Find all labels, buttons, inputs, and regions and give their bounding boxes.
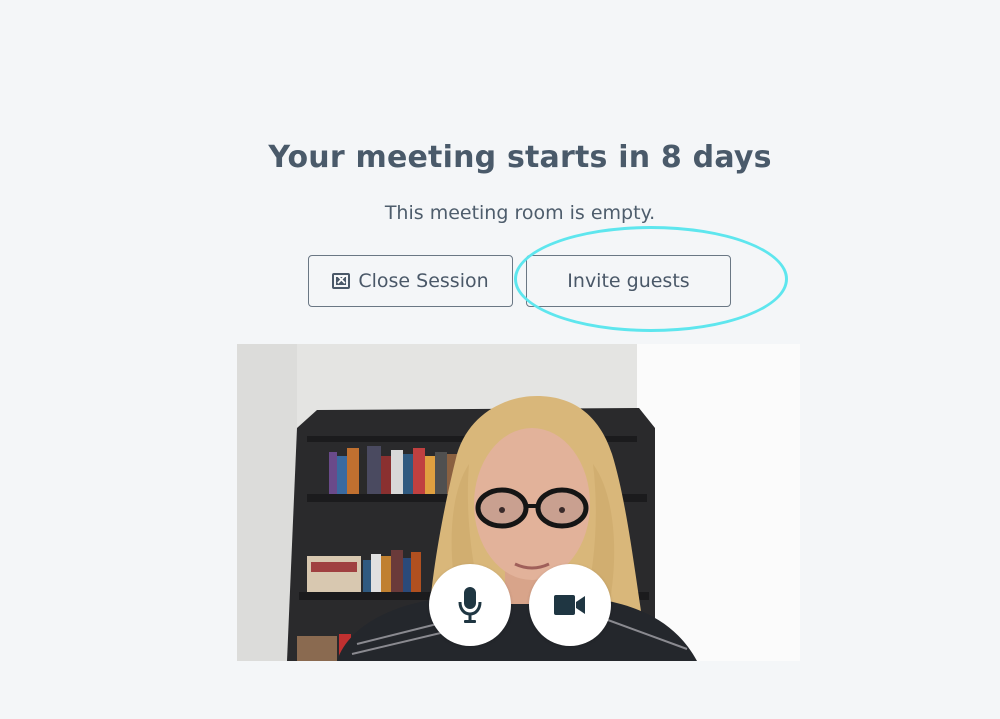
room-status-text: This meeting room is empty. [384,202,656,224]
invite-guests-button[interactable]: Invite guests [526,255,731,307]
microphone-icon [458,587,482,623]
close-session-label: Close Session [358,270,489,292]
meeting-start-title: Your meeting starts in 8 days [268,140,772,175]
self-video-preview [237,344,800,661]
close-session-button[interactable]: Close Session [308,255,513,307]
invite-guests-label: Invite guests [567,270,690,292]
microphone-toggle-button[interactable] [429,564,511,646]
camera-toggle-button[interactable] [529,564,611,646]
webcam-feed-image [237,344,800,661]
close-box-icon [332,269,351,291]
video-camera-icon [554,595,585,615]
